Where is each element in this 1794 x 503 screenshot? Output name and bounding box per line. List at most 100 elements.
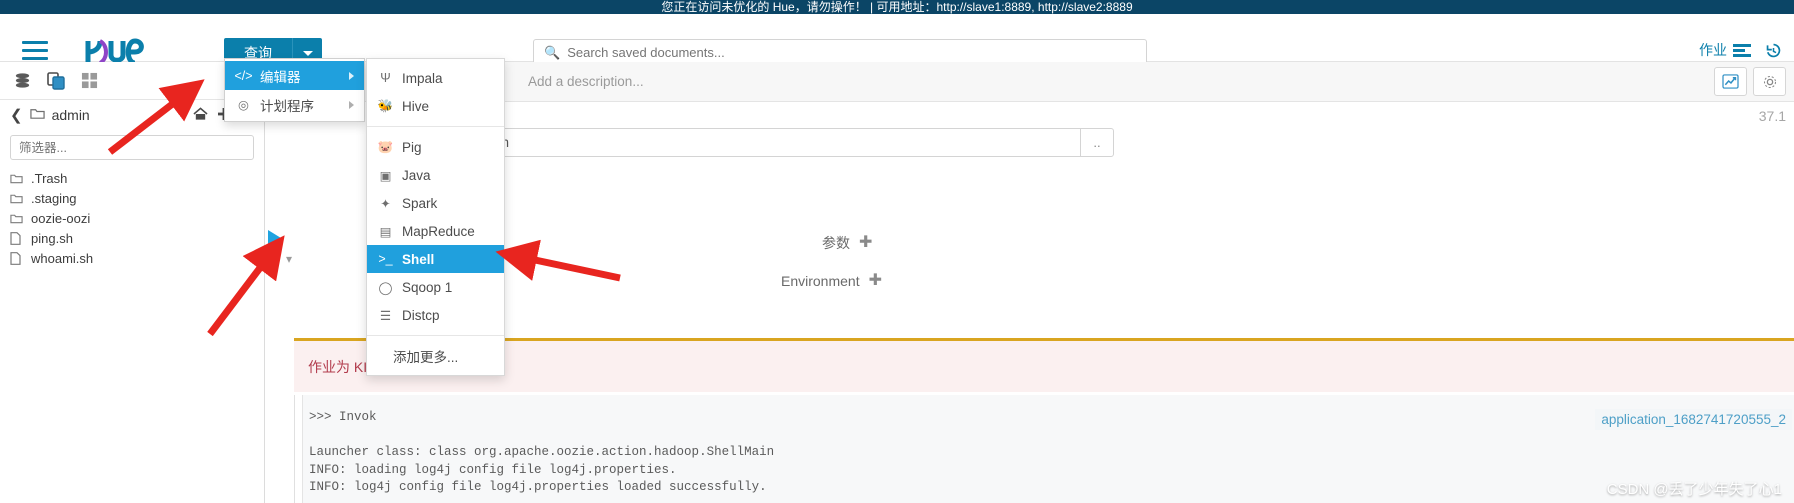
home-icon[interactable] bbox=[193, 106, 208, 124]
shell-icon: >_ bbox=[378, 252, 393, 266]
menu-item-sqoop[interactable]: ◯ Sqoop 1 bbox=[367, 273, 504, 301]
folder-icon bbox=[10, 213, 23, 224]
mapreduce-icon: ▤ bbox=[379, 224, 392, 239]
menu-item-label: 计划程序 bbox=[260, 98, 314, 114]
file-name: oozie-oozi bbox=[31, 210, 91, 226]
navbar: 查询 🔍 作业 bbox=[0, 14, 1794, 68]
parameters-row: 参数 ✚ bbox=[822, 233, 872, 253]
sqoop-icon: ◯ bbox=[378, 280, 393, 295]
filter-input[interactable] bbox=[19, 140, 245, 155]
file-browser-list: .Trash .staging oozie-oozi ping.sh whoam… bbox=[0, 168, 264, 268]
menu-item-pig[interactable]: 🐷 Pig bbox=[367, 133, 504, 161]
documents-icon[interactable] bbox=[47, 71, 65, 90]
description-placeholder[interactable]: Add a description... bbox=[528, 74, 644, 89]
sidebar-filter-field[interactable] bbox=[10, 135, 254, 160]
file-icon bbox=[10, 231, 23, 245]
menu-item-label: Sqoop 1 bbox=[402, 279, 453, 295]
menu-item-impala[interactable]: Ψ Impala bbox=[367, 64, 504, 92]
application-id-link[interactable]: application_1682741720555_2 bbox=[1595, 409, 1792, 430]
jobs-icon bbox=[1733, 44, 1751, 57]
database-icon[interactable] bbox=[14, 72, 31, 89]
query-dropdown-menu: </> 编辑器 ◎ 计划程序 bbox=[224, 58, 365, 122]
folder-icon bbox=[10, 193, 23, 204]
menu-item-distcp[interactable]: ☰ Distcp bbox=[367, 301, 504, 329]
list-item[interactable]: .staging bbox=[10, 188, 254, 208]
run-script-button[interactable] bbox=[268, 230, 281, 246]
console-output: >>> Invok Launcher class: class org.apac… bbox=[294, 395, 1794, 503]
menu-divider bbox=[367, 126, 504, 127]
hue-application-window: 您正在访问未优化的 Hue，请勿操作！ | 可用地址：http://slave1… bbox=[0, 0, 1794, 503]
hamburger-bar bbox=[22, 41, 48, 44]
console-line: INFO: loading log4j config file log4j.pr… bbox=[309, 462, 677, 477]
list-item[interactable]: .Trash bbox=[10, 168, 254, 188]
navbar-right-actions: 作业 bbox=[1699, 40, 1782, 60]
menu-item-shell[interactable]: >_ Shell bbox=[367, 245, 504, 273]
chevron-down-icon[interactable]: ▾ bbox=[286, 252, 292, 266]
copy-icon[interactable]: 📋 bbox=[266, 252, 281, 266]
menu-divider bbox=[367, 335, 504, 336]
search-input[interactable] bbox=[567, 45, 1136, 60]
list-item[interactable]: oozie-oozi bbox=[10, 208, 254, 228]
history-button[interactable] bbox=[1765, 42, 1782, 59]
history-icon bbox=[1766, 43, 1781, 57]
environment-label: Environment bbox=[781, 273, 860, 289]
menu-item-label: Shell bbox=[402, 251, 435, 267]
menu-item-label: MapReduce bbox=[402, 223, 475, 239]
menu-item-mapreduce[interactable]: ▤ MapReduce bbox=[367, 217, 504, 245]
hive-icon: 🐝 bbox=[377, 98, 394, 113]
menu-item-hive[interactable]: 🐝 Hive bbox=[367, 92, 504, 120]
chart-icon bbox=[1722, 74, 1739, 89]
menu-item-label: 编辑器 bbox=[260, 69, 301, 85]
scheduler-icon: ◎ bbox=[238, 98, 249, 112]
file-icon bbox=[10, 251, 23, 265]
breadcrumb-path[interactable]: admin bbox=[52, 107, 90, 123]
file-name: ping.sh bbox=[31, 230, 73, 246]
menu-item-label: Spark bbox=[402, 195, 438, 211]
warning-text: 作业为 KI bbox=[308, 358, 368, 375]
hamburger-bar bbox=[22, 57, 48, 60]
chevron-right-icon bbox=[349, 71, 354, 80]
editor-submenu: Ψ Impala 🐝 Hive 🐷 Pig ▣ Java ✦ Spark ▤ M… bbox=[366, 58, 505, 376]
file-name: .Trash bbox=[31, 170, 68, 186]
version-label: 37.1 bbox=[1758, 108, 1786, 124]
list-item[interactable]: ping.sh bbox=[10, 228, 254, 248]
browse-path-button[interactable]: .. bbox=[1080, 128, 1114, 157]
menu-item-scheduler[interactable]: ◎ 计划程序 bbox=[225, 90, 364, 119]
back-chevron-icon[interactable]: ❮ bbox=[10, 106, 23, 124]
menu-item-label: Impala bbox=[402, 70, 443, 86]
folder-icon bbox=[29, 107, 45, 123]
impala-icon: Ψ bbox=[380, 71, 391, 85]
menu-item-editor[interactable]: </> 编辑器 bbox=[225, 61, 364, 90]
java-icon: ▣ bbox=[379, 168, 392, 183]
parameters-label: 参数 bbox=[822, 235, 850, 251]
menu-item-label: Pig bbox=[402, 139, 422, 155]
chevron-down-icon bbox=[302, 50, 313, 56]
menu-item-label: Distcp bbox=[402, 307, 440, 323]
menu-item-add-more[interactable]: 添加更多... bbox=[367, 342, 504, 370]
add-parameter-icon[interactable]: ✚ bbox=[859, 235, 872, 251]
csdn-watermark: CSDN @丢了少年失了心1 bbox=[1606, 481, 1782, 498]
list-item[interactable]: whoami.sh bbox=[10, 248, 254, 268]
add-environment-icon[interactable]: ✚ bbox=[869, 273, 882, 289]
environment-row: Environment ✚ bbox=[781, 273, 882, 290]
menu-item-spark[interactable]: ✦ Spark bbox=[367, 189, 504, 217]
notice-banner: 您正在访问未优化的 Hue，请勿操作！ | 可用地址：http://slave1… bbox=[0, 0, 1794, 14]
file-name: whoami.sh bbox=[31, 250, 94, 266]
pig-icon: 🐷 bbox=[377, 139, 394, 154]
menu-item-java[interactable]: ▣ Java bbox=[367, 161, 504, 189]
settings-button[interactable] bbox=[1753, 67, 1786, 96]
apps-grid-icon[interactable] bbox=[81, 72, 98, 89]
spark-icon: ✦ bbox=[380, 196, 391, 211]
header-action-buttons bbox=[1714, 67, 1786, 96]
file-name: .staging bbox=[31, 190, 77, 206]
notice-banner-text: 您正在访问未优化的 Hue，请勿操作！ | 可用地址：http://slave1… bbox=[661, 0, 1133, 14]
chart-button[interactable] bbox=[1714, 67, 1747, 96]
menu-item-label: Hive bbox=[402, 98, 430, 114]
code-icon: </> bbox=[234, 68, 253, 83]
gear-icon bbox=[1763, 75, 1776, 88]
jobs-button[interactable]: 作业 bbox=[1699, 40, 1751, 60]
hamburger-menu-icon[interactable] bbox=[22, 41, 48, 63]
folder-icon bbox=[10, 173, 23, 184]
distcp-icon: ☰ bbox=[379, 308, 392, 323]
hamburger-bar bbox=[22, 49, 48, 52]
